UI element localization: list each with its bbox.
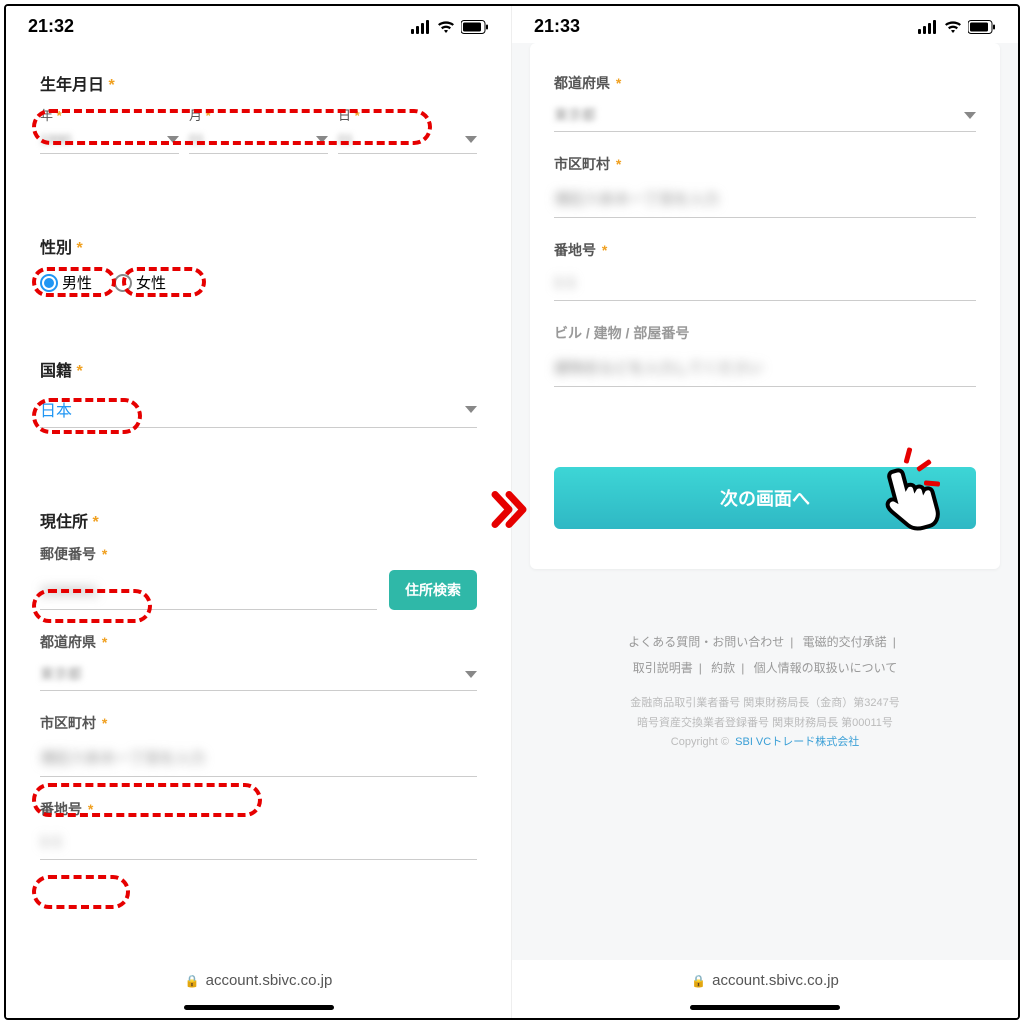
postal-input[interactable]: 1000001 [40, 575, 377, 610]
street-label: 番地号 * [554, 240, 976, 260]
next-button[interactable]: 次の画面へ [554, 467, 976, 529]
nationality-label: 国籍 * [40, 357, 477, 381]
chevron-down-icon [465, 406, 477, 413]
lock-icon: 🔒 [185, 974, 200, 988]
url-bar: 🔒 account.sbivc.co.jp [6, 960, 511, 1001]
footer-link-privacy[interactable]: 個人情報の取扱いについて [754, 661, 898, 675]
footer-link-terms[interactable]: 約款 [711, 661, 735, 675]
phone-right-screenshot: 21:33 都道府県 * 東京都 市区町村 * 港区六本木一丁目を入力 番地号 … [512, 6, 1018, 1018]
legal-text-1: 金融商品取引業者番号 関東財務局長（金商）第3247号 [530, 694, 1000, 714]
address-search-button[interactable]: 住所検索 [389, 570, 477, 610]
prefecture-select[interactable]: 東京都 [40, 658, 477, 691]
address-label: 現住所 * [40, 508, 477, 532]
year-label: 年 [40, 108, 53, 123]
chevron-down-icon [167, 136, 179, 143]
birthdate-label: 生年月日 * [40, 71, 477, 95]
highlight-ring [32, 875, 130, 909]
battery-icon [461, 20, 489, 34]
url-text: account.sbivc.co.jp [206, 972, 333, 989]
prefecture-label: 都道府県 * [554, 73, 976, 93]
wifi-icon [944, 20, 962, 34]
status-bar: 21:32 [6, 6, 511, 43]
legal-text-2: 暗号資産交換業者登録番号 関東財務局長 第00011号 [530, 714, 1000, 734]
city-input[interactable]: 港区六本木一丁目を入力 [40, 739, 477, 777]
footer-link-electronic[interactable]: 電磁的交付承諾 [803, 635, 887, 649]
radio-icon [114, 274, 132, 292]
footer: よくある質問・お問い合わせ| 電磁的交付承諾| 取引説明書| 約款| 個人情報の… [530, 629, 1000, 753]
month-select[interactable]: 01 [189, 125, 328, 154]
chevron-down-icon [316, 136, 328, 143]
nationality-select[interactable]: 日本 [40, 391, 477, 428]
building-input[interactable]: 建物名などを入力してください [554, 349, 976, 387]
chevron-down-icon [465, 136, 477, 143]
chevron-down-icon [465, 671, 477, 678]
copyright-prefix: Copyright © [671, 736, 729, 748]
phone-left-screenshot: 21:32 生年月日 * 年 * 1990 月 * 01 [6, 6, 512, 1018]
prefecture-label: 都道府県 * [40, 632, 477, 652]
footer-link-faq[interactable]: よくある質問・お問い合わせ [628, 635, 784, 649]
street-input[interactable]: 1-1 [40, 825, 477, 860]
gender-male-radio[interactable]: 男性 [40, 272, 92, 293]
signal-icon [411, 20, 431, 34]
day-label: 日 [338, 108, 351, 123]
home-indicator [690, 1005, 840, 1010]
clock: 21:33 [534, 16, 580, 37]
year-select[interactable]: 1990 [40, 125, 179, 154]
city-label: 市区町村 * [554, 154, 976, 174]
battery-icon [968, 20, 996, 34]
building-label: ビル / 建物 / 部屋番号 [554, 323, 976, 343]
chevron-down-icon [964, 112, 976, 119]
brand-link[interactable]: SBI VCトレード株式会社 [735, 736, 859, 748]
url-bar: 🔒 account.sbivc.co.jp [512, 960, 1018, 1001]
birthdate-row: 年 * 1990 月 * 01 日 * 01 [40, 105, 477, 154]
click-hand-icon [872, 461, 942, 546]
lock-icon: 🔒 [691, 974, 706, 988]
city-input[interactable]: 港区六本木一丁目を入力 [554, 180, 976, 218]
signal-icon [918, 20, 938, 34]
radio-icon [40, 274, 58, 292]
street-label: 番地号 * [40, 799, 477, 819]
street-input[interactable]: 1-1 [554, 266, 976, 301]
home-indicator [184, 1005, 334, 1010]
gender-female-radio[interactable]: 女性 [114, 272, 166, 293]
city-label: 市区町村 * [40, 713, 477, 733]
gender-label: 性別 * [40, 234, 477, 258]
clock: 21:32 [28, 16, 74, 37]
transition-arrow-icon [491, 489, 533, 536]
wifi-icon [437, 20, 455, 34]
status-bar: 21:33 [512, 6, 1018, 43]
month-label: 月 [189, 108, 202, 123]
postal-label: 郵便番号 * [40, 544, 477, 564]
footer-link-manual[interactable]: 取引説明書 [633, 661, 693, 675]
url-text: account.sbivc.co.jp [712, 972, 839, 989]
day-select[interactable]: 01 [338, 125, 477, 154]
prefecture-select[interactable]: 東京都 [554, 99, 976, 132]
